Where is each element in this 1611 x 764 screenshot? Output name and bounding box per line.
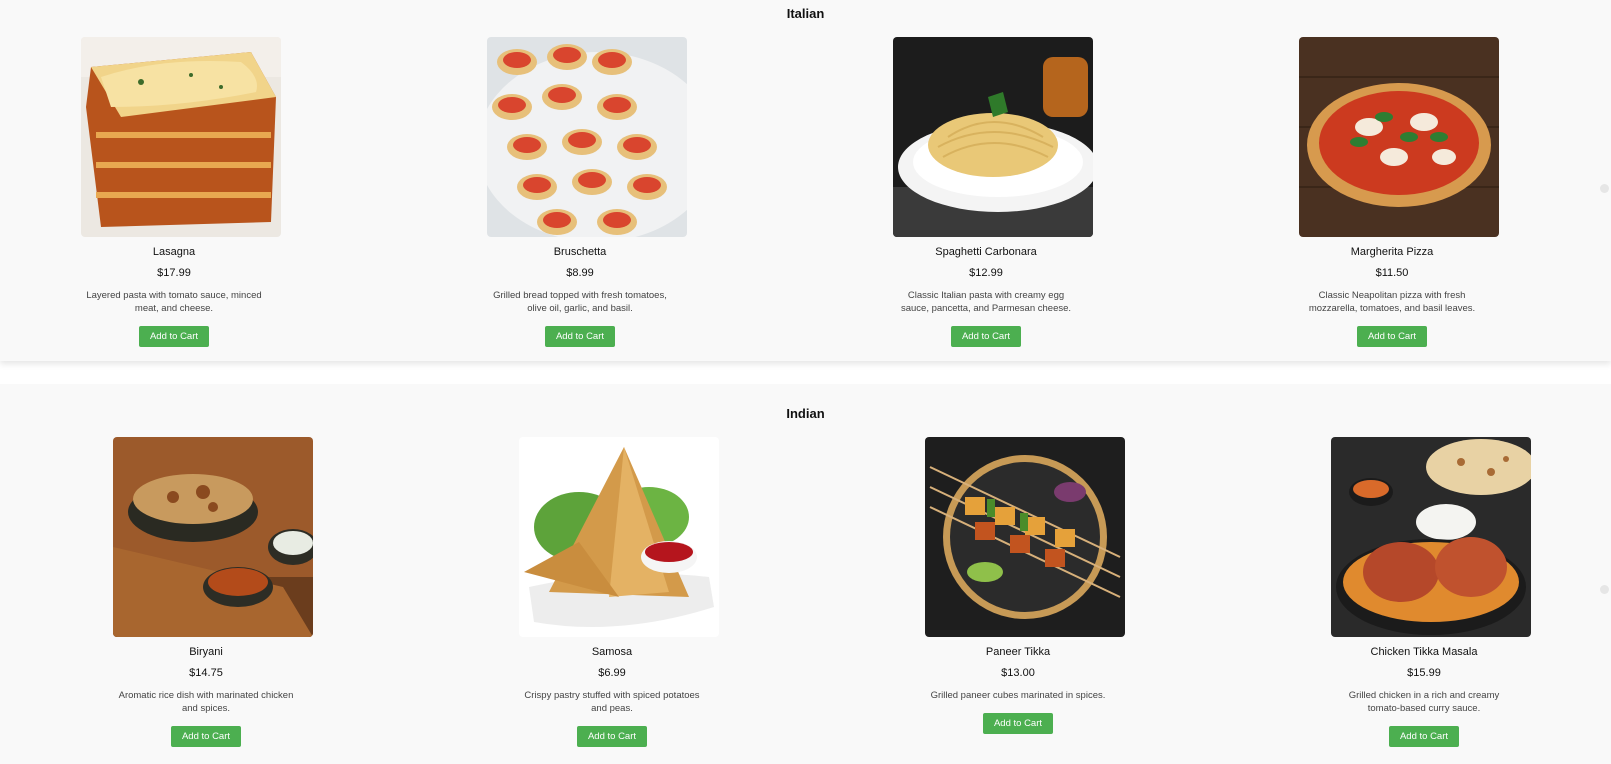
menu-card-bruschetta: Bruschetta $8.99 Grilled bread topped wi… xyxy=(480,37,687,347)
item-price: $6.99 xyxy=(598,667,626,679)
scroll-dot-icon[interactable] xyxy=(1600,184,1609,193)
item-description: Classic Neapolitan pizza with fresh mozz… xyxy=(1308,290,1476,314)
menu-card-samosa: Samosa $6.99 Crispy pastry stuffed with … xyxy=(512,437,719,747)
margherita-pizza-image xyxy=(1299,37,1499,237)
menu-card-biryani: Biryani $14.75 Aromatic rice dish with m… xyxy=(106,437,313,747)
add-to-cart-button[interactable]: Add to Cart xyxy=(576,726,648,747)
chicken-tikka-masala-image xyxy=(1331,437,1531,637)
item-description: Aromatic rice dish with marinated chicke… xyxy=(118,690,294,714)
item-name: Margherita Pizza xyxy=(1350,246,1434,258)
item-description: Crispy pastry stuffed with spiced potato… xyxy=(524,690,700,714)
section-title-indian: Indian xyxy=(786,406,825,421)
item-price: $13.00 xyxy=(1001,667,1035,679)
bruschetta-image xyxy=(487,37,687,237)
item-description: Classic Italian pasta with creamy egg sa… xyxy=(900,290,1072,314)
add-to-cart-button[interactable]: Add to Cart xyxy=(544,326,616,347)
section-italian: Italian Lasagna $17.99 Layered pasta wit… xyxy=(0,0,1611,361)
item-price: $12.99 xyxy=(969,267,1003,279)
item-description: Grilled paneer cubes marinated in spices… xyxy=(930,690,1106,701)
item-name: Lasagna xyxy=(152,246,196,258)
item-price: $11.50 xyxy=(1375,267,1409,279)
item-name: Samosa xyxy=(591,646,633,658)
item-price: $17.99 xyxy=(157,267,191,279)
menu-card-paneer-tikka: Paneer Tikka $13.00 Grilled paneer cubes… xyxy=(918,437,1125,734)
scroll-dot-icon[interactable] xyxy=(1600,585,1609,594)
add-to-cart-button[interactable]: Add to Cart xyxy=(1356,326,1428,347)
menu-card-spaghetti-carbonara: Spaghetti Carbonara $12.99 Classic Itali… xyxy=(886,37,1093,347)
item-description: Layered pasta with tomato sauce, minced … xyxy=(86,290,262,314)
item-name: Bruschetta xyxy=(553,246,607,258)
item-description: Grilled bread topped with fresh tomatoes… xyxy=(493,290,667,314)
add-to-cart-button[interactable]: Add to Cart xyxy=(950,326,1022,347)
add-to-cart-button[interactable]: Add to Cart xyxy=(1388,726,1460,747)
item-price: $8.99 xyxy=(566,267,594,279)
add-to-cart-button[interactable]: Add to Cart xyxy=(982,713,1054,734)
paneer-tikka-image xyxy=(925,437,1125,637)
section-title-italian: Italian xyxy=(786,6,825,21)
add-to-cart-button[interactable]: Add to Cart xyxy=(138,326,210,347)
menu-card-chicken-tikka-masala: Chicken Tikka Masala $15.99 Grilled chic… xyxy=(1324,437,1531,747)
menu-card-lasagna: Lasagna $17.99 Layered pasta with tomato… xyxy=(74,37,281,347)
item-name: Paneer Tikka xyxy=(985,646,1051,658)
item-description: Grilled chicken in a rich and creamy tom… xyxy=(1348,690,1500,714)
lasagna-image xyxy=(81,37,281,237)
samosa-image xyxy=(519,437,719,637)
item-name: Chicken Tikka Masala xyxy=(1370,646,1478,658)
item-price: $14.75 xyxy=(189,667,223,679)
biryani-image xyxy=(113,437,313,637)
item-name: Biryani xyxy=(189,646,223,658)
item-price: $15.99 xyxy=(1407,667,1441,679)
spaghetti-carbonara-image xyxy=(893,37,1093,237)
add-to-cart-button[interactable]: Add to Cart xyxy=(170,726,242,747)
item-name: Spaghetti Carbonara xyxy=(935,246,1037,258)
section-indian: Indian Biryani $14.75 Aromatic rice dish… xyxy=(0,384,1611,764)
menu-card-margherita-pizza: Margherita Pizza $11.50 Classic Neapolit… xyxy=(1292,37,1499,347)
